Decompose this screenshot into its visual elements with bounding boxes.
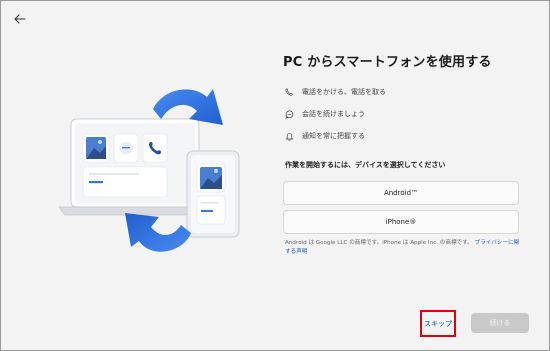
back-arrow-icon [14,14,26,24]
feature-label: 会話を続けましょう [302,110,365,118]
back-button[interactable] [9,10,31,28]
sync-arrow-bottom-icon [125,213,191,252]
sync-arrow-top-icon [153,89,223,125]
feature-messages: 会話を続けましょう [285,107,365,121]
phone-icon [285,88,294,97]
feature-label: 電話をかける、電話を取る [302,88,386,96]
device-prompt: 作業を開始するには、デバイスを選択してください [285,161,446,169]
page-title: PC からスマートフォンを使用する [283,55,492,70]
feature-label: 通知を常に把握する [302,132,365,140]
bell-icon [285,132,294,141]
iphone-button[interactable]: iPhone® [283,210,519,234]
feature-calls: 電話をかける、電話を取る [285,85,386,99]
skip-button[interactable]: スキップ [420,310,456,337]
chat-icon [285,110,294,119]
feature-notifications: 通知を常に把握する [285,129,365,143]
smartphone-icon [186,150,240,238]
continue-button[interactable]: 続ける [471,313,529,333]
android-button[interactable]: Android™ [283,181,519,205]
trademark-text: Android は Google LLC の商標です。iPhone は Appl… [285,240,473,246]
setup-window: PC からスマートフォンを使用する 電話をかける、電話を取る 会話を続けましょう… [0,0,550,351]
trademark-footnote: Android は Google LLC の商標です。iPhone は Appl… [285,239,523,257]
laptop-icon [58,118,214,216]
